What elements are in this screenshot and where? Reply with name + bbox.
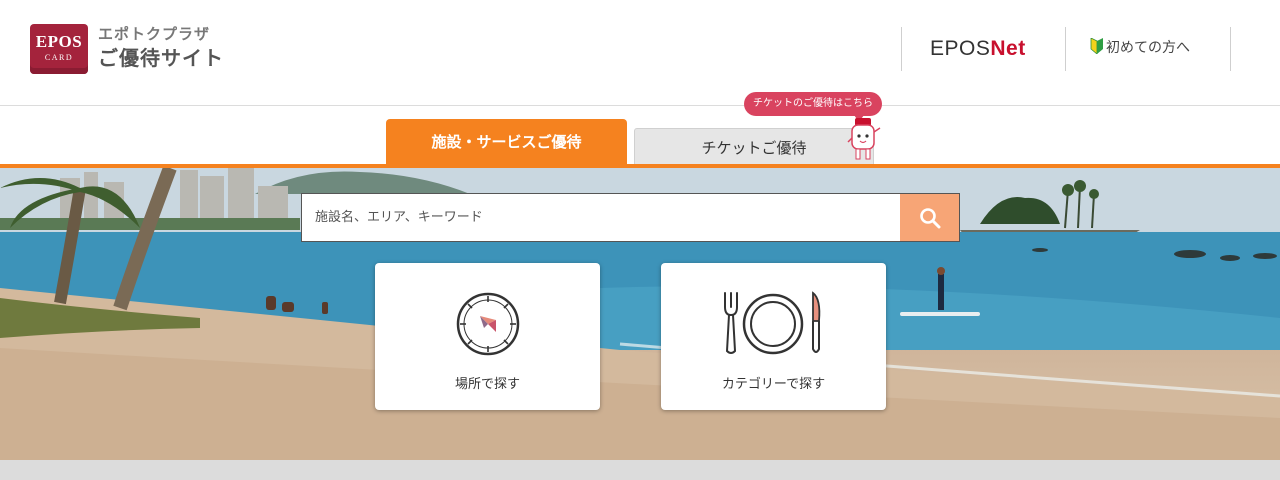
card-label: カテゴリーで探す — [721, 377, 826, 392]
header-divider — [901, 27, 902, 71]
site-title: ご優待サイト — [98, 46, 224, 70]
mascot-icon — [846, 116, 884, 166]
logo-line2: CARD — [44, 53, 74, 62]
logo-line1: EPOS — [35, 32, 83, 51]
search-by-category-card[interactable]: カテゴリーで探す — [661, 263, 886, 410]
compass-icon — [456, 292, 520, 356]
search-button[interactable] — [900, 194, 959, 241]
epos-card-logo[interactable]: EPOS CARD — [30, 24, 88, 74]
site-kana: エポトクプラザ — [98, 25, 211, 43]
beginner-leaf-icon — [1090, 37, 1104, 60]
card-label: 場所で探す — [454, 377, 520, 392]
tab-bar: 施設・サービスご優待 チケットご優待 — [0, 107, 1280, 167]
eposnet-link[interactable]: EPOSNet — [930, 36, 1026, 62]
first-time-link[interactable]: 初めての方へ — [1090, 37, 1190, 60]
search-icon — [919, 207, 940, 228]
search-input[interactable] — [302, 194, 900, 241]
header-divider — [1065, 27, 1066, 71]
tab-facility-services[interactable]: 施設・サービスご優待 — [386, 119, 627, 165]
site-name[interactable]: エポトクプラザ ご優待サイト — [98, 24, 224, 72]
ticket-callout-bubble[interactable]: チケットのご優待はこちら — [744, 92, 882, 122]
tableware-icon — [724, 291, 821, 355]
tab-tickets[interactable]: チケットご優待 — [634, 128, 874, 165]
header-divider — [1230, 27, 1231, 71]
site-header: EPOS CARD エポトクプラザ ご優待サイト EPOSNet 初めての方へ — [0, 0, 1280, 106]
footer-band — [0, 460, 1280, 480]
first-time-label: 初めての方へ — [1106, 40, 1190, 56]
search-by-location-card[interactable]: 場所で探す — [375, 263, 600, 410]
eposnet-part2: Net — [990, 37, 1026, 60]
eposnet-part1: EPOS — [930, 37, 991, 60]
search-bar — [301, 193, 960, 242]
